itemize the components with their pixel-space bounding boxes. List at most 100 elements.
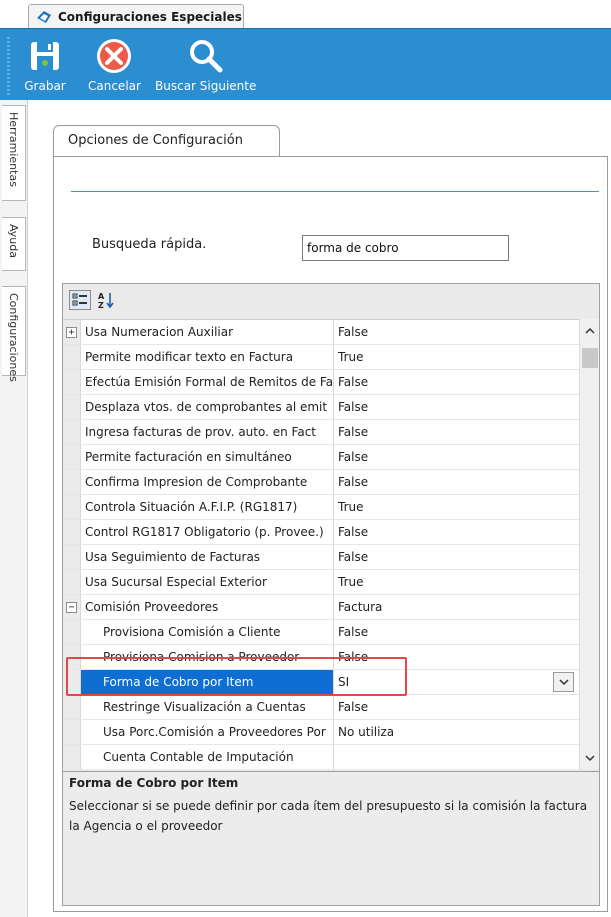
property-name: Controla Situación A.F.I.P. (RG1817) bbox=[81, 495, 334, 519]
collapse-icon[interactable]: − bbox=[66, 601, 77, 613]
property-name: Desplaza vtos. de comprobantes al emit bbox=[81, 395, 334, 419]
categorized-icon bbox=[72, 293, 87, 306]
window-title: Configuraciones Especiales bbox=[58, 9, 242, 24]
alphabetical-sort-button[interactable]: A Z bbox=[95, 290, 117, 310]
description-text: Seleccionar si se puede definir por cada… bbox=[69, 799, 588, 833]
property-value[interactable]: SI bbox=[334, 670, 579, 694]
row-gutter bbox=[63, 470, 81, 494]
side-tab-strip: Herramientas Ayuda Configuraciones bbox=[0, 100, 28, 917]
property-value-text: False bbox=[338, 475, 369, 489]
description-panel: Forma de Cobro por Item Seleccionar si s… bbox=[63, 771, 599, 905]
property-name: Ingresa facturas de prov. auto. en Fact bbox=[81, 420, 334, 444]
property-row[interactable]: Provisiona Comision a Proveedor False bbox=[63, 645, 579, 670]
side-tab-configuraciones[interactable]: Configuraciones bbox=[2, 286, 26, 382]
property-row[interactable]: Restringe Visualización a Cuentas False bbox=[63, 695, 579, 720]
window-tab[interactable]: Configuraciones Especiales bbox=[28, 4, 244, 28]
property-row[interactable]: Usa Sucursal Especial Exterior True bbox=[63, 570, 579, 595]
property-name: Efectúa Emisión Formal de Remitos de Fa bbox=[81, 370, 334, 394]
value-dropdown-button[interactable] bbox=[553, 672, 574, 692]
row-gutter: − bbox=[63, 595, 81, 619]
property-row[interactable]: − Comisión Proveedores Factura bbox=[63, 595, 579, 620]
categorized-view-button[interactable] bbox=[69, 290, 91, 310]
property-value[interactable]: True bbox=[334, 345, 579, 369]
property-name: Permite modificar texto en Factura bbox=[81, 345, 334, 369]
property-name: Permite facturación en simultáneo bbox=[81, 445, 334, 469]
divider bbox=[71, 191, 599, 192]
save-button[interactable]: Grabar bbox=[23, 35, 67, 93]
search-icon bbox=[184, 35, 228, 77]
property-value[interactable]: False bbox=[334, 470, 579, 494]
scroll-up-button[interactable] bbox=[580, 321, 600, 339]
property-row[interactable]: Cuenta Contable de Imputación bbox=[63, 745, 579, 769]
row-gutter bbox=[63, 370, 81, 394]
property-value-text: False bbox=[338, 550, 369, 564]
row-gutter bbox=[63, 520, 81, 544]
property-value[interactable]: True bbox=[334, 495, 579, 519]
property-row[interactable]: Confirma Impresion de Comprobante False bbox=[63, 470, 579, 495]
property-row[interactable]: Efectúa Emisión Formal de Remitos de Fa F… bbox=[63, 370, 579, 395]
property-row[interactable]: Controla Situación A.F.I.P. (RG1817) True bbox=[63, 495, 579, 520]
toolbar-grip[interactable] bbox=[7, 37, 10, 95]
property-row[interactable]: + Usa Numeracion Auxiliar False bbox=[63, 320, 579, 345]
vertical-scrollbar[interactable] bbox=[579, 319, 599, 769]
property-value-text: False bbox=[338, 625, 369, 639]
property-row[interactable]: Usa Seguimiento de Facturas False bbox=[63, 545, 579, 570]
property-row[interactable]: Ingresa facturas de prov. auto. en Fact F… bbox=[63, 420, 579, 445]
quick-search-label: Busqueda rápida. bbox=[92, 237, 207, 252]
property-name: Usa Numeracion Auxiliar bbox=[81, 320, 334, 344]
property-row[interactable]: Provisiona Comisión a Cliente False bbox=[63, 620, 579, 645]
cancel-button[interactable]: Cancelar bbox=[88, 35, 141, 93]
property-value[interactable]: No utiliza bbox=[334, 720, 579, 744]
property-value[interactable]: False bbox=[334, 445, 579, 469]
property-row[interactable]: Control RG1817 Obligatorio (p. Provee.) F… bbox=[63, 520, 579, 545]
description-title: Forma de Cobro por Item bbox=[69, 776, 239, 790]
chevron-up-icon bbox=[585, 327, 595, 334]
side-tab-ayuda[interactable]: Ayuda bbox=[2, 217, 26, 271]
property-name: Provisiona Comisión a Cliente bbox=[81, 620, 334, 644]
property-value[interactable]: False bbox=[334, 420, 579, 444]
property-value[interactable]: True bbox=[334, 570, 579, 594]
save-label: Grabar bbox=[24, 79, 66, 93]
property-value-text: True bbox=[338, 500, 364, 514]
side-tab-label: Ayuda bbox=[7, 224, 20, 258]
side-tab-label: Herramientas bbox=[7, 112, 20, 187]
property-name: Cuenta Contable de Imputación bbox=[81, 745, 334, 769]
property-value-text: No utiliza bbox=[338, 725, 395, 739]
row-gutter bbox=[63, 345, 81, 369]
scroll-thumb[interactable] bbox=[582, 348, 598, 368]
property-value[interactable]: False bbox=[334, 370, 579, 394]
scroll-down-button[interactable] bbox=[580, 749, 600, 767]
property-row[interactable]: Permite facturación en simultáneo False bbox=[63, 445, 579, 470]
property-row[interactable]: Forma de Cobro por Item SI bbox=[63, 670, 579, 695]
row-gutter bbox=[63, 670, 81, 694]
property-value[interactable]: False bbox=[334, 545, 579, 569]
property-value[interactable] bbox=[334, 745, 579, 769]
side-tab-herramientas[interactable]: Herramientas bbox=[2, 105, 26, 201]
property-name: Usa Porc.Comisión a Proveedores Por bbox=[81, 720, 334, 744]
options-panel: Busqueda rápida. A Z + Usa Numeracion Aux… bbox=[53, 156, 608, 912]
row-gutter bbox=[63, 645, 81, 669]
find-next-button[interactable]: Buscar Siguiente bbox=[155, 35, 256, 93]
save-icon bbox=[23, 35, 67, 77]
tab-opciones-configuracion[interactable]: Opciones de Configuración bbox=[53, 125, 280, 157]
chevron-down-icon bbox=[558, 678, 569, 685]
property-row[interactable]: Desplaza vtos. de comprobantes al emit Fa… bbox=[63, 395, 579, 420]
property-value[interactable]: False bbox=[334, 520, 579, 544]
quick-search-input[interactable] bbox=[302, 235, 509, 261]
row-gutter bbox=[63, 420, 81, 444]
expand-icon[interactable]: + bbox=[66, 326, 77, 338]
property-value-text: False bbox=[338, 650, 369, 664]
property-rows: + Usa Numeracion Auxiliar False Permite mod… bbox=[63, 319, 579, 769]
find-next-label: Buscar Siguiente bbox=[155, 79, 257, 93]
property-value[interactable]: False bbox=[334, 645, 579, 669]
property-value[interactable]: False bbox=[334, 320, 579, 344]
property-row[interactable]: Permite modificar texto en Factura True bbox=[63, 345, 579, 370]
chevron-down-icon bbox=[585, 754, 595, 761]
property-value[interactable]: False bbox=[334, 620, 579, 644]
property-value[interactable]: False bbox=[334, 695, 579, 719]
property-value[interactable]: False bbox=[334, 395, 579, 419]
svg-text:A: A bbox=[98, 292, 105, 301]
property-value[interactable]: Factura bbox=[334, 595, 579, 619]
property-name: Control RG1817 Obligatorio (p. Provee.) bbox=[81, 520, 334, 544]
property-row[interactable]: Usa Porc.Comisión a Proveedores Por No ut… bbox=[63, 720, 579, 745]
